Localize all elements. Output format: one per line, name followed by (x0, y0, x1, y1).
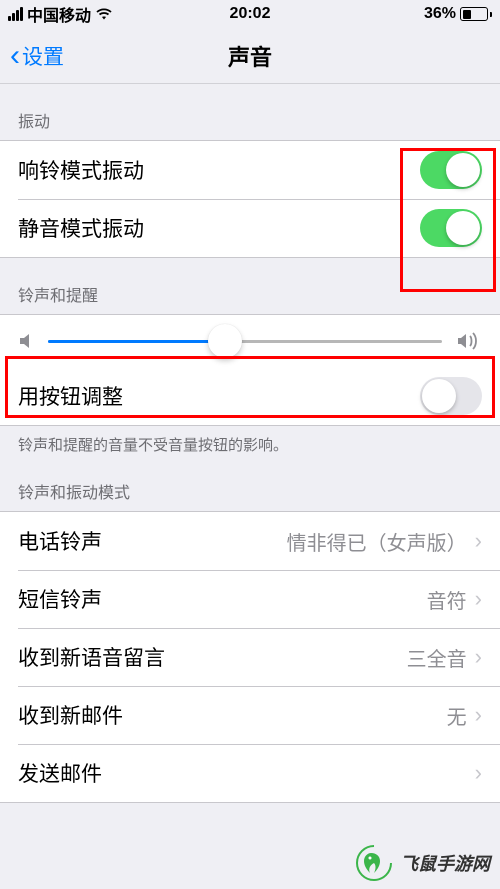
battery-percent: 36% (424, 5, 456, 23)
section-header-vibration: 振动 (0, 84, 500, 140)
page-title: 声音 (228, 40, 272, 72)
wifi-icon (95, 7, 113, 21)
newmail-label: 收到新邮件 (18, 700, 123, 730)
silent-vibrate-label: 静音模式振动 (18, 213, 144, 243)
volume-slider-row (0, 315, 500, 367)
ringtone-value: 情非得已（女声版） (287, 527, 467, 556)
voicemail-label: 收到新语音留言 (18, 642, 165, 672)
chevron-right-icon: › (475, 702, 482, 728)
ring-vibrate-row: 响铃模式振动 (0, 141, 500, 199)
button-change-switch[interactable] (420, 377, 482, 415)
chevron-right-icon: › (475, 586, 482, 612)
volume-high-icon (456, 331, 482, 351)
ringer-footer: 铃声和提醒的音量不受音量按钮的影响。 (0, 426, 500, 465)
modes-group: 电话铃声 情非得已（女声版） › 短信铃声 音符 › 收到新语音留言 三全音 ›… (0, 511, 500, 803)
volume-low-icon (18, 332, 34, 350)
status-left: 中国移动 (8, 2, 113, 26)
status-right: 36% (424, 5, 492, 23)
chevron-right-icon: › (475, 644, 482, 670)
ringtone-row[interactable]: 电话铃声 情非得已（女声版） › (0, 512, 500, 570)
chevron-left-icon: ‹ (10, 41, 20, 71)
newmail-row[interactable]: 收到新邮件 无 › (0, 686, 500, 744)
voicemail-value: 三全音 (407, 643, 467, 672)
silent-vibrate-row: 静音模式振动 (0, 199, 500, 257)
ring-vibrate-switch[interactable] (420, 151, 482, 189)
slider-thumb[interactable] (208, 324, 242, 358)
nav-bar: ‹ 设置 声音 (0, 28, 500, 84)
ringer-group: 用按钮调整 (0, 314, 500, 426)
voicemail-row[interactable]: 收到新语音留言 三全音 › (0, 628, 500, 686)
chevron-right-icon: › (475, 528, 482, 554)
slider-fill (48, 340, 225, 343)
section-header-modes: 铃声和振动模式 (0, 465, 500, 511)
button-change-label: 用按钮调整 (18, 381, 123, 411)
texttone-label: 短信铃声 (18, 584, 102, 614)
back-label: 设置 (22, 41, 64, 71)
volume-slider[interactable] (48, 340, 442, 343)
section-header-ringer: 铃声和提醒 (0, 258, 500, 314)
battery-icon (460, 7, 492, 21)
status-bar: 中国移动 20:02 36% (0, 0, 500, 28)
carrier-label: 中国移动 (27, 2, 91, 26)
vibration-group: 响铃模式振动 静音模式振动 (0, 140, 500, 258)
button-change-row: 用按钮调整 (0, 367, 500, 425)
texttone-row[interactable]: 短信铃声 音符 › (0, 570, 500, 628)
signal-strength-icon (8, 7, 23, 21)
texttone-value: 音符 (427, 585, 467, 614)
silent-vibrate-switch[interactable] (420, 209, 482, 247)
sentmail-row[interactable]: 发送邮件 › (0, 744, 500, 802)
back-button[interactable]: ‹ 设置 (10, 41, 64, 71)
ringtone-label: 电话铃声 (18, 526, 102, 556)
chevron-right-icon: › (475, 760, 482, 786)
watermark-text: 飞鼠手游网 (400, 850, 490, 876)
watermark-logo-icon (356, 845, 392, 881)
watermark: 飞鼠手游网 (356, 845, 490, 881)
ring-vibrate-label: 响铃模式振动 (18, 155, 144, 185)
status-time: 20:02 (230, 5, 271, 23)
newmail-value: 无 (447, 701, 467, 730)
sentmail-label: 发送邮件 (18, 758, 102, 788)
